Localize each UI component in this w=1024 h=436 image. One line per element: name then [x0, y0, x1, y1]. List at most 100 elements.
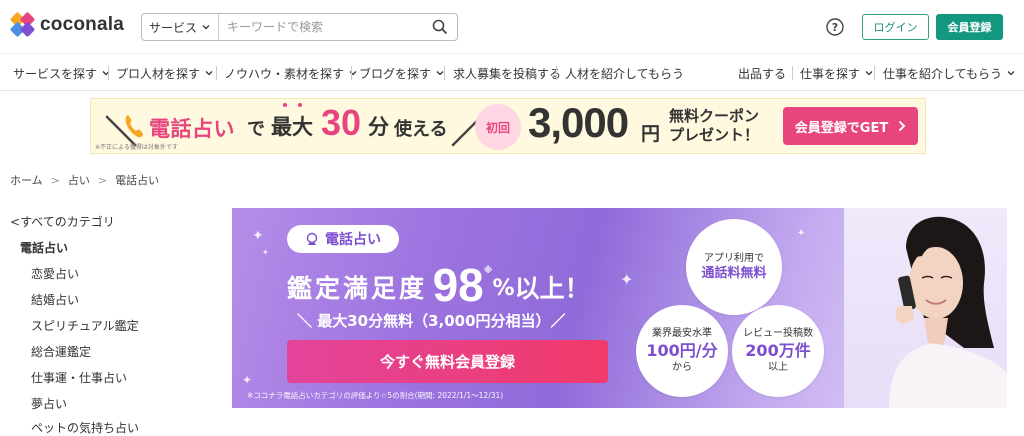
promo-usable: 使える	[394, 119, 448, 140]
nav-post-job[interactable]: 求人募集を投稿する	[453, 55, 561, 91]
sparkle-decoration: ✦	[252, 228, 264, 244]
feature-line: レビュー投稿数	[743, 328, 813, 339]
breadcrumb-fortune[interactable]: 占い	[68, 172, 90, 188]
divider	[556, 66, 557, 80]
divider	[351, 66, 352, 80]
divider	[444, 66, 445, 80]
phone-icon	[125, 115, 143, 138]
promo-minutes: 分	[368, 115, 389, 139]
main-nav: サービスを探す プロ人材を探す ノウハウ・素材を探す ブログを探す 求人募集を投…	[0, 55, 1024, 91]
sparkle-decoration: ✦	[620, 270, 634, 289]
nav-label: 仕事を紹介してもらう	[883, 66, 1003, 81]
chevron-left-icon: <	[10, 215, 21, 229]
logo[interactable]: coconala	[9, 11, 124, 38]
nav-label: プロ人材を探す	[116, 66, 201, 81]
coupon-line-1: 無料クーポン	[669, 107, 760, 125]
promo-saidai: 最大	[271, 115, 313, 139]
hero-register-button[interactable]: 今すぐ無料会員登録	[287, 340, 608, 383]
nav-label: ブログを探す	[359, 66, 432, 81]
sidebar-item-spiritual[interactable]: スピリチュアル鑑定	[31, 317, 139, 334]
svg-text:?: ?	[832, 21, 838, 34]
woman-on-phone-image	[844, 208, 1007, 408]
promo-cta-label: 会員登録でGET	[794, 120, 889, 136]
nav-find-knowhow[interactable]: ノウハウ・素材を探す	[224, 55, 358, 91]
sidebar-label: すべてのカテゴリ	[20, 215, 115, 229]
site-header: coconala サービス ? ログイン 会員登録	[0, 0, 1024, 54]
nav-label: 人材を紹介してもらう	[565, 66, 685, 81]
sparkle-decoration: ✦	[797, 228, 806, 239]
hero-subtitle: ＼ 最大30分無料（3,000円分相当）／	[297, 312, 566, 330]
sidebar-item-current[interactable]: 電話占い	[20, 239, 68, 256]
coconala-logo-icon	[9, 11, 36, 38]
nav-label: 求人募集を投稿する	[453, 66, 562, 81]
breadcrumb-separator: >	[50, 173, 60, 187]
promo-thirty: 30	[321, 102, 362, 143]
hero-banner[interactable]: ✦ ✦ ✦ ✦ ✦ 電話占い 鑑定満足度 98※%以上！ ＼ 最大30分無料（3…	[232, 208, 1007, 408]
sidebar-item-dream[interactable]: 夢占い	[31, 395, 67, 412]
nav-label: サービスを探す	[13, 66, 98, 81]
sidebar-all-categories[interactable]: <すべてのカテゴリ	[10, 213, 115, 230]
nav-find-work[interactable]: 仕事を探す	[800, 55, 874, 91]
search-button[interactable]	[423, 14, 457, 40]
promo-de: で	[247, 119, 265, 140]
divider	[792, 66, 793, 80]
dot-decoration	[283, 103, 287, 107]
chevron-down-icon	[202, 25, 210, 30]
nav-work-referral[interactable]: 仕事を紹介してもらう	[883, 55, 1016, 91]
sidebar-item-love[interactable]: 恋愛占い	[31, 265, 79, 282]
hero-satisfaction: 鑑定満足度 98※%以上！	[287, 258, 590, 312]
hero-category-badge: 電話占い	[287, 225, 399, 253]
help-icon[interactable]: ?	[826, 18, 844, 36]
login-button[interactable]: ログイン	[862, 14, 929, 40]
nav-label: ノウハウ・素材を探す	[224, 66, 345, 81]
search-input[interactable]	[219, 14, 423, 40]
divider	[874, 66, 875, 80]
sidebar-item-pet[interactable]: ペットの気持ち占い	[31, 419, 139, 436]
promo-note: ※不正による獲得は対象外です	[95, 144, 178, 151]
breadcrumb-separator: >	[97, 173, 108, 187]
promo-register-button[interactable]: 会員登録でGET	[783, 107, 918, 145]
feature-highlight: 100円/分	[646, 341, 718, 360]
feature-highlight: 200万件	[745, 341, 811, 360]
promo-coupon-text: 無料クーポン プレゼント！	[669, 107, 759, 145]
sidebar-item-marriage[interactable]: 結婚占い	[31, 291, 79, 308]
divider	[216, 66, 217, 80]
sidebar-item-work[interactable]: 仕事運・仕事占い	[31, 369, 127, 386]
nav-find-blogs[interactable]: ブログを探す	[359, 55, 445, 91]
breadcrumb-home[interactable]: ホーム	[10, 172, 43, 188]
search-category-label: サービス	[148, 20, 197, 35]
nav-introduce-talent[interactable]: 人材を紹介してもらう	[565, 55, 684, 91]
nav-find-services[interactable]: サービスを探す	[13, 55, 111, 91]
divider	[108, 66, 109, 80]
promo-phone-fortune: 電話占い	[149, 117, 235, 141]
satisfaction-above: 以上！	[514, 274, 590, 303]
sidebar-item-general[interactable]: 総合運鑑定	[31, 343, 91, 360]
nav-label: 仕事を探す	[800, 66, 861, 81]
promo-banner-area: ＼ 電話占い で 最大 30 分 使える ／ ※不正による獲得は対象外です 初回…	[0, 91, 1024, 161]
nav-label: 出品する	[738, 66, 787, 81]
hero-badge-label: 電話占い	[325, 232, 381, 248]
sparkle-decoration: ✦	[262, 248, 269, 257]
feature-circle-price: 業界最安水準 100円/分 から	[636, 305, 728, 397]
nav-find-pros[interactable]: プロ人材を探す	[116, 55, 214, 91]
search-category-select[interactable]: サービス	[142, 14, 219, 40]
first-time-badge: 初回	[475, 104, 521, 150]
feature-line: 以上	[768, 362, 788, 373]
satisfaction-value: 98	[432, 259, 484, 311]
nav-sell[interactable]: 出品する	[738, 55, 786, 91]
sparkle-decoration: ✦	[242, 373, 253, 387]
feature-line: から	[672, 362, 692, 373]
register-button[interactable]: 会員登録	[936, 14, 1003, 40]
logo-text: coconala	[40, 14, 124, 35]
dot-decoration	[298, 103, 302, 107]
feature-circle-reviews: レビュー投稿数 200万件 以上	[732, 305, 824, 397]
coupon-line-2: プレゼント！	[669, 126, 760, 144]
feature-circle-app: アプリ利用で 通話料無料	[686, 219, 782, 315]
breadcrumb-current: 電話占い	[115, 174, 160, 187]
satisfaction-percent: %	[492, 276, 515, 301]
satisfaction-asterisk: ※	[483, 266, 493, 276]
promo-banner[interactable]: ＼ 電話占い で 最大 30 分 使える ／ ※不正による獲得は対象外です 初回…	[90, 98, 926, 154]
breadcrumb: ホーム > 占い > 電話占い	[10, 172, 159, 188]
satisfaction-label: 鑑定満足度	[287, 274, 428, 303]
promo-amount: 3,000	[528, 99, 629, 146]
